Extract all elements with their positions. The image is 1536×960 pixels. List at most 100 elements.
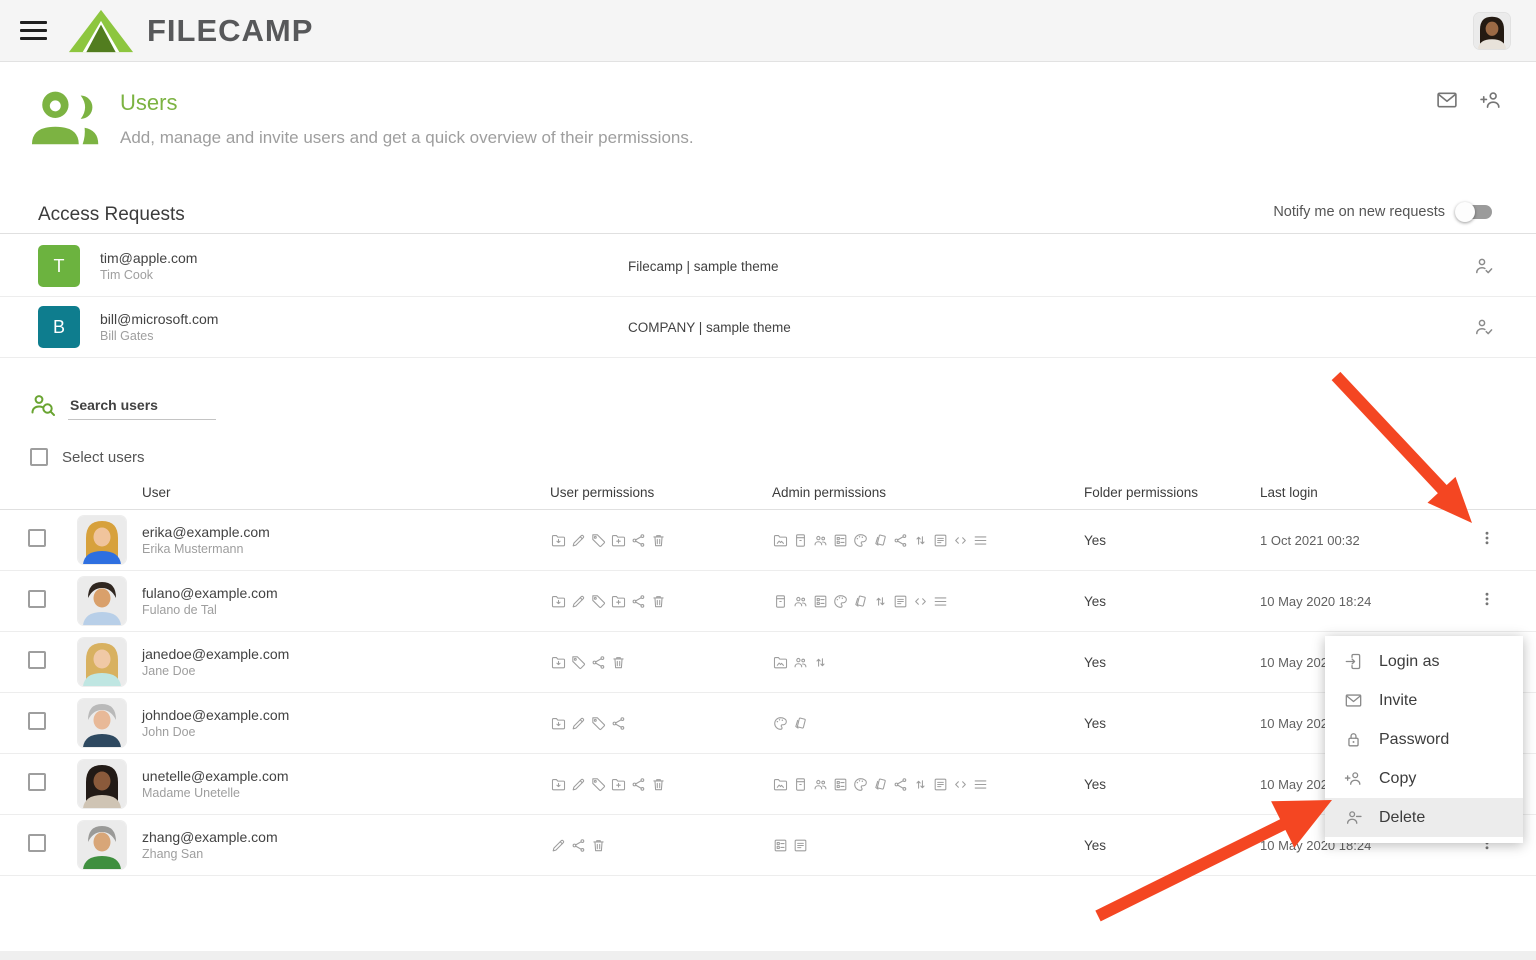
mail-icon[interactable] <box>1434 87 1460 113</box>
menu-item-invite[interactable]: Invite <box>1325 681 1523 720</box>
row-checkbox[interactable] <box>28 651 46 669</box>
user-email: johndoe@example.com <box>142 707 550 723</box>
delete-icon <box>650 593 667 610</box>
page-subtitle: Add, manage and invite users and get a q… <box>120 128 694 148</box>
search-input[interactable] <box>68 393 216 420</box>
user-check-icon <box>1472 254 1496 278</box>
folder-add-icon <box>610 532 627 549</box>
row-actions-kebab-icon[interactable] <box>1478 529 1496 551</box>
tag-icon <box>590 776 607 793</box>
hamburger-menu-icon[interactable] <box>20 21 47 41</box>
user-row: zhang@example.comZhang SanYes10 May 2020… <box>0 815 1536 876</box>
notify-label: Notify me on new requests <box>1273 204 1445 220</box>
tag-icon <box>590 593 607 610</box>
themes-icon <box>872 532 889 549</box>
code-icon <box>952 776 969 793</box>
admin-permissions-cell <box>772 593 1084 610</box>
menu-item-delete[interactable]: Delete <box>1325 798 1523 837</box>
user-permissions-cell <box>550 837 772 854</box>
notify-control: Notify me on new requests <box>1273 204 1492 220</box>
row-actions-kebab-icon[interactable] <box>1478 590 1496 612</box>
edit-icon <box>570 776 587 793</box>
user-name: Jane Doe <box>142 664 550 678</box>
folder-permissions-value: Yes <box>1084 533 1260 548</box>
request-email: tim@apple.com <box>100 250 628 266</box>
folder-download-icon <box>550 715 567 732</box>
approve-request-button[interactable] <box>1472 254 1496 278</box>
tag-icon <box>570 654 587 671</box>
form-icon <box>832 532 849 549</box>
people-icon <box>812 776 829 793</box>
folder-image-icon <box>772 532 789 549</box>
person-remove-icon <box>1343 807 1364 828</box>
tag-icon <box>590 715 607 732</box>
share-icon <box>630 593 647 610</box>
log-icon <box>932 532 949 549</box>
people-icon <box>792 654 809 671</box>
access-requests-title: Access Requests <box>38 204 185 226</box>
user-row: erika@example.comErika MustermannYes1 Oc… <box>0 510 1536 571</box>
user-row: johndoe@example.comJohn DoeYes10 May 202… <box>0 693 1536 754</box>
row-checkbox[interactable] <box>28 773 46 791</box>
person-add-icon[interactable] <box>1478 87 1504 113</box>
account-avatar[interactable] <box>1474 13 1510 49</box>
top-bar: FILECAMP <box>0 0 1536 62</box>
row-checkbox[interactable] <box>28 712 46 730</box>
edit-icon <box>550 837 567 854</box>
select-users-checkbox[interactable] <box>30 448 48 466</box>
menu-item-password[interactable]: Password <box>1325 720 1523 759</box>
user-avatar <box>78 577 126 625</box>
approve-request-button[interactable] <box>1472 315 1496 339</box>
folder-download-icon <box>550 593 567 610</box>
row-checkbox[interactable] <box>28 529 46 547</box>
user-permissions-cell <box>550 654 772 671</box>
palette-icon <box>772 715 789 732</box>
user-permissions-cell <box>550 715 772 732</box>
menu-item-copy[interactable]: Copy <box>1325 759 1523 798</box>
person-add-icon[interactable] <box>1478 87 1504 113</box>
folder-add-icon <box>610 593 627 610</box>
folder-download-icon <box>550 532 567 549</box>
last-login-value: 1 Oct 2021 00:32 <box>1260 533 1478 548</box>
user-name: Zhang San <box>142 847 550 861</box>
palette-icon <box>852 532 869 549</box>
user-search-icon <box>28 390 58 420</box>
user-row: unetelle@example.comMadame UnetelleYes10… <box>0 754 1536 815</box>
login-icon <box>1343 651 1364 672</box>
mail-icon <box>1343 690 1364 711</box>
themes-icon <box>792 715 809 732</box>
filecamp-logo[interactable]: FILECAMP <box>68 8 313 54</box>
user-permissions-cell <box>550 776 772 793</box>
request-email: bill@microsoft.com <box>100 311 628 327</box>
user-avatar <box>78 638 126 686</box>
user-actions-context-menu: Login asInvitePasswordCopyDelete <box>1325 636 1523 843</box>
logo-tent-icon <box>68 8 134 54</box>
sort-icon <box>872 593 889 610</box>
form-icon <box>772 837 789 854</box>
page-title: Users <box>120 90 177 116</box>
delete-icon <box>650 532 667 549</box>
notify-toggle[interactable] <box>1458 205 1492 219</box>
code-icon <box>952 532 969 549</box>
menu-item-login-as[interactable]: Login as <box>1325 642 1523 681</box>
user-name: Madame Unetelle <box>142 786 550 800</box>
access-request-list: Ttim@apple.comTim CookFilecamp | sample … <box>0 236 1536 358</box>
brand-text: FILECAMP <box>147 13 313 49</box>
folder-image-icon <box>772 776 789 793</box>
people-icon <box>812 532 829 549</box>
row-checkbox[interactable] <box>28 834 46 852</box>
user-permissions-cell <box>550 532 772 549</box>
edit-icon <box>570 593 587 610</box>
request-theme: Filecamp | sample theme <box>628 259 1472 274</box>
mail-icon[interactable] <box>1434 87 1460 113</box>
user-avatar <box>78 516 126 564</box>
select-users-label: Select users <box>62 449 145 466</box>
letter-avatar: T <box>38 245 80 287</box>
archive-icon <box>792 776 809 793</box>
share-icon <box>630 776 647 793</box>
last-login-value: 10 May 2020 18:24 <box>1260 594 1478 609</box>
user-row: fulano@example.comFulano de TalYes10 May… <box>0 571 1536 632</box>
admin-permissions-cell <box>772 715 1084 732</box>
row-checkbox[interactable] <box>28 590 46 608</box>
select-users-control[interactable]: Select users <box>30 448 145 466</box>
